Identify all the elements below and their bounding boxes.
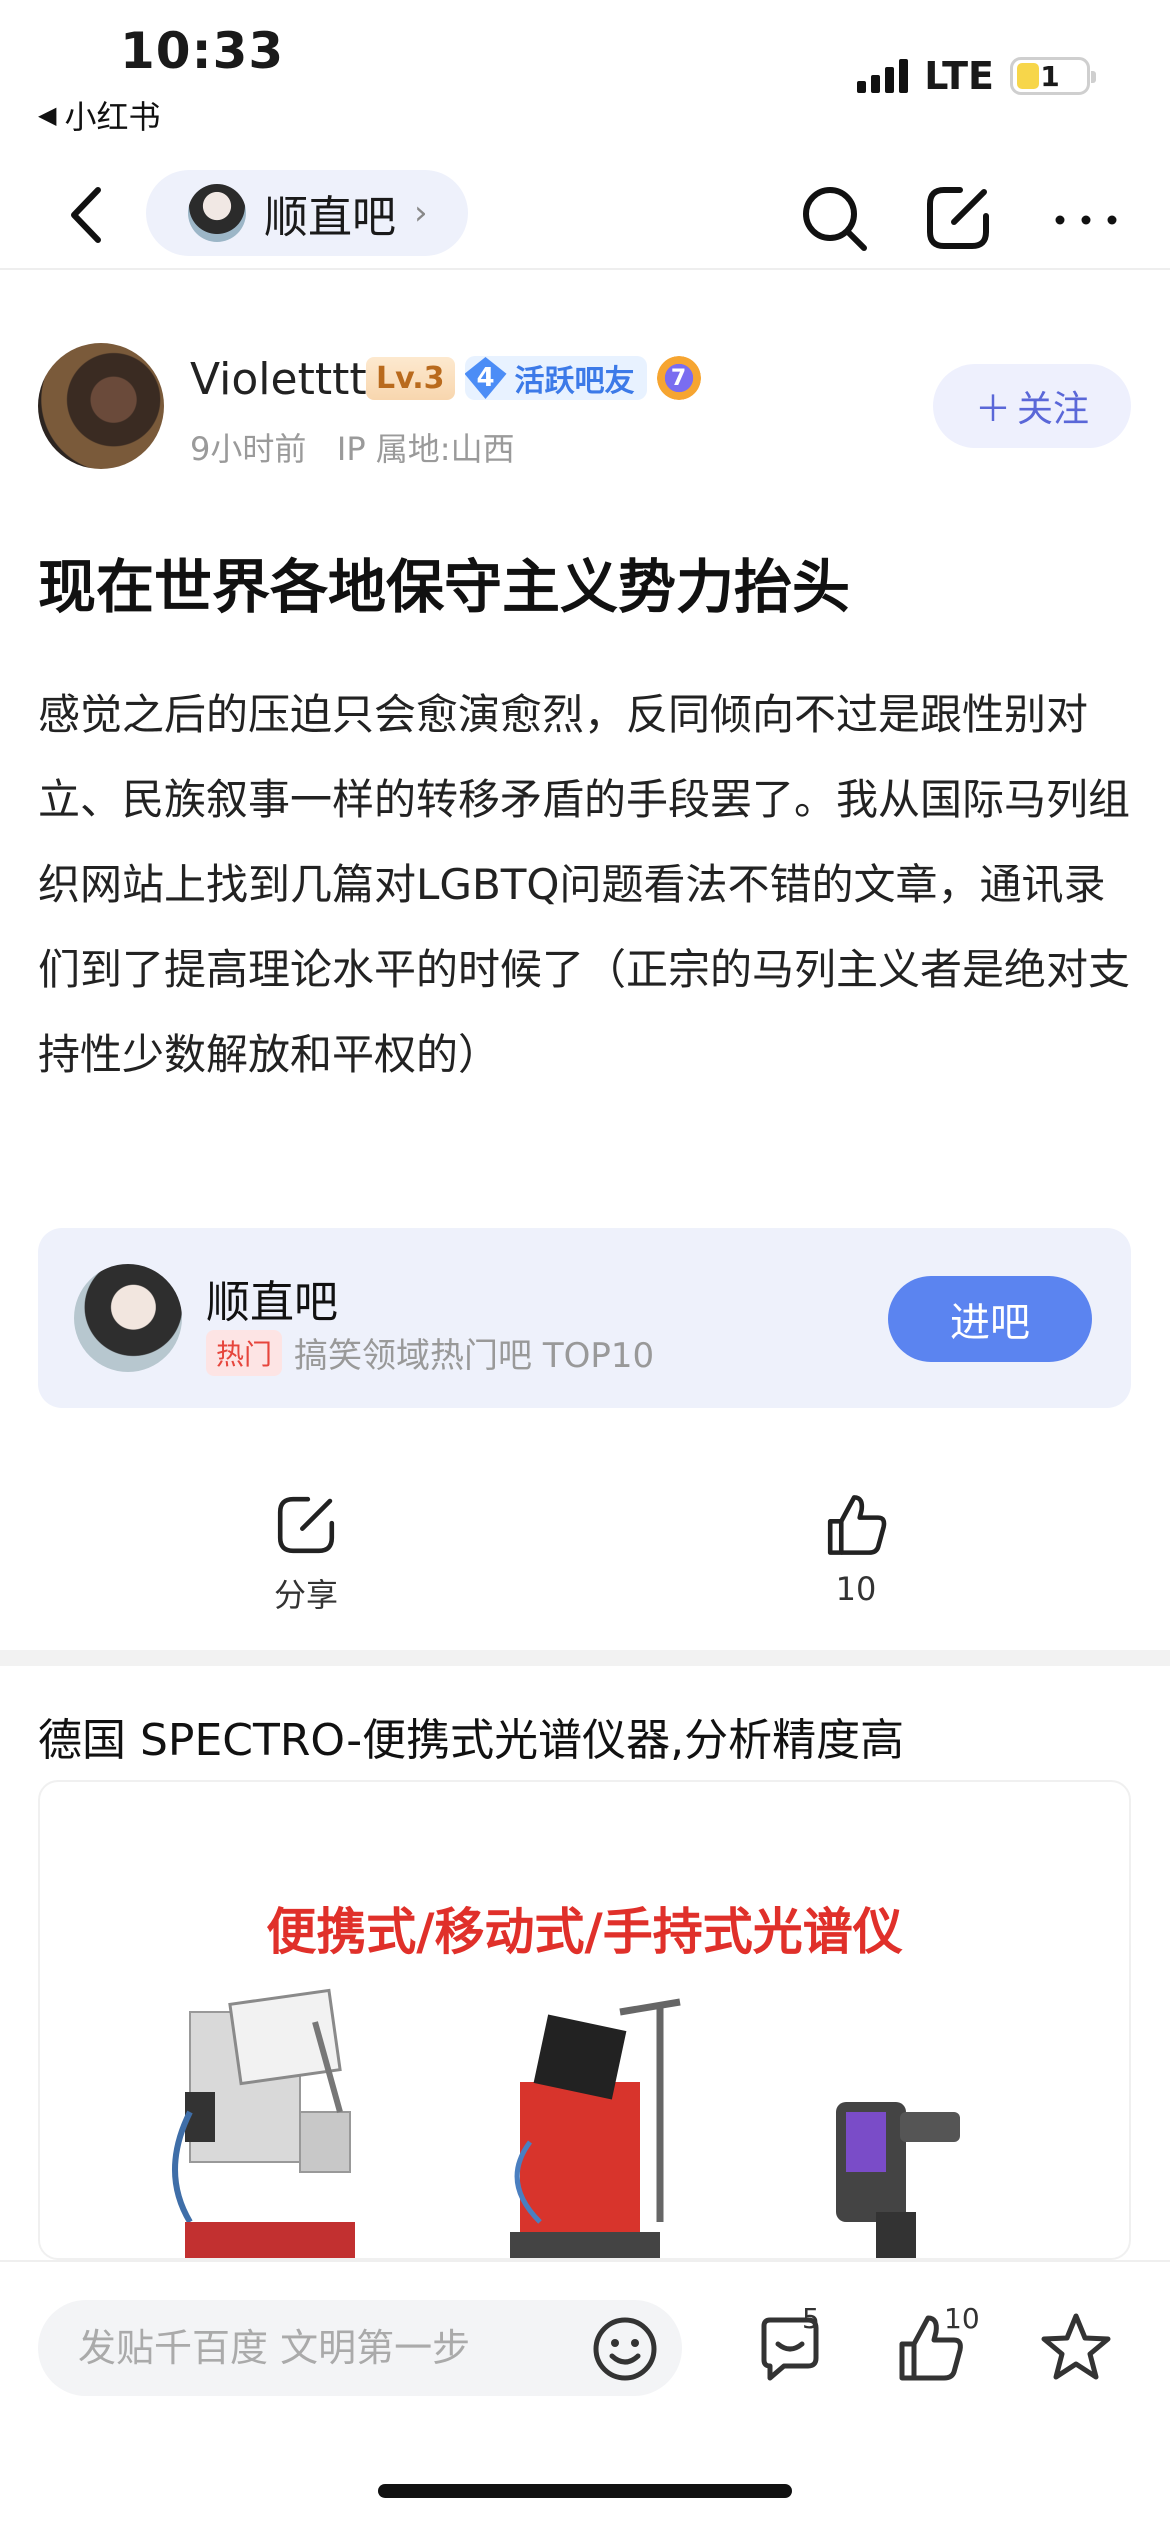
forum-pill[interactable]: 顺直吧 › — [146, 170, 468, 256]
level-badge: Lv.3 — [366, 356, 455, 400]
more-icon[interactable] — [1048, 180, 1124, 256]
forum-avatar — [188, 184, 246, 242]
forum-card[interactable]: 顺直吧 热门 搞笑领域热门吧 TOP10 进吧 — [38, 1228, 1131, 1408]
author-name[interactable]: Violetttt — [190, 354, 367, 405]
author-badges: Lv.3 4 活跃吧友 7 — [366, 356, 701, 400]
star-icon[interactable] — [1034, 2306, 1118, 2390]
like-action[interactable]: 10 — [776, 1490, 936, 1608]
comment-input[interactable] — [38, 2300, 682, 2396]
comment-count: 5 — [802, 2302, 820, 2335]
share-icon[interactable] — [920, 180, 996, 256]
follow-button[interactable]: ＋ 关注 — [933, 364, 1131, 448]
section-divider — [0, 1650, 1170, 1666]
post-time: 9小时前 — [190, 430, 307, 468]
emoji-icon[interactable] — [590, 2314, 660, 2384]
battery-icon: 1 — [1010, 57, 1096, 95]
forum-card-hot: 热门 搞笑领域热门吧 TOP10 — [206, 1328, 654, 1377]
search-icon[interactable] — [796, 180, 872, 256]
post-title: 现在世界各地保守主义势力抬头 — [38, 553, 851, 621]
status-indicators: LTE 1 — [857, 54, 1096, 98]
plus-icon: ＋ — [974, 389, 1011, 430]
back-triangle-icon: ◀ — [38, 101, 57, 129]
ad-title[interactable]: 德国 SPECTRO-便携式光谱仪器,分析精度高 — [38, 1704, 904, 1768]
chevron-right-icon: › — [414, 193, 428, 233]
follow-label: 关注 — [1017, 389, 1090, 430]
active-member-badge: 4 活跃吧友 — [464, 356, 647, 400]
share-action[interactable]: 分享 — [226, 1490, 386, 1616]
post-meta: 9小时前 IP 属地:山西 — [190, 424, 515, 470]
member-medal-icon: 7 — [656, 356, 701, 400]
ip-location: IP 属地:山西 — [336, 430, 515, 468]
post-page: 10:33 ◀ 小红书 LTE 1 顺直吧 › Violetttt Lv.3 4… — [0, 0, 1170, 2532]
forum-card-name: 顺直吧 — [206, 1277, 338, 1328]
hot-tag: 热门 — [206, 1329, 283, 1376]
battery-level: 1 — [1040, 59, 1060, 93]
back-to-app-link[interactable]: ◀ 小红书 — [38, 92, 160, 138]
bottom-like-count: 10 — [944, 2302, 980, 2335]
enter-forum-button[interactable]: 进吧 — [888, 1276, 1092, 1362]
ad-card[interactable]: 便携式/移动式/手持式光谱仪 — [38, 1780, 1131, 2260]
forum-card-avatar — [74, 1264, 182, 1372]
nav-bar: 顺直吧 › — [0, 160, 1170, 270]
network-label: LTE — [924, 54, 994, 98]
like-count: 10 — [835, 1570, 877, 1608]
author-avatar[interactable] — [38, 343, 164, 469]
back-arrow-icon[interactable] — [56, 180, 116, 250]
home-indicator[interactable] — [378, 2484, 792, 2498]
share-icon — [277, 1496, 335, 1554]
signal-icon — [857, 59, 909, 93]
thumbs-up-icon — [827, 1495, 887, 1555]
spectrometer-products-image — [172, 1988, 960, 2258]
share-label: 分享 — [273, 1576, 338, 1614]
forum-pill-name: 顺直吧 — [264, 192, 396, 243]
active-member-label: 活跃吧友 — [514, 364, 635, 399]
back-app-label: 小红书 — [64, 98, 161, 136]
hot-rank-text: 搞笑领域热门吧 TOP10 — [294, 1336, 655, 1376]
post-body: 感觉之后的压迫只会愈演愈烈，反同倾向不过是跟性别对立、民族叙事一样的转移矛盾的手… — [38, 690, 1131, 1079]
active-level-number: 4 — [464, 357, 507, 399]
status-time: 10:33 — [120, 22, 285, 80]
